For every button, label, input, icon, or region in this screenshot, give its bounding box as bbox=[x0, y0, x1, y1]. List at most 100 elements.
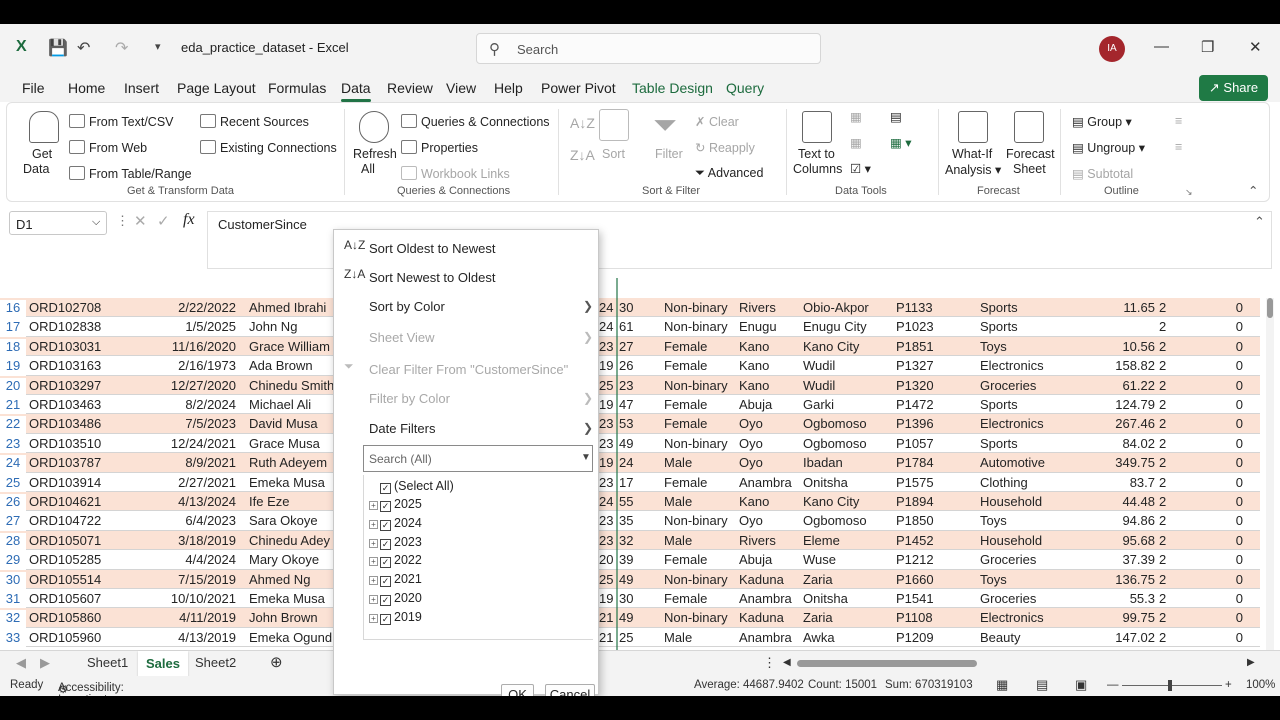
filter-by-color[interactable]: Filter by Color bbox=[369, 391, 450, 406]
cell-price[interactable]: 55.3 bbox=[1100, 591, 1155, 606]
cell-region[interactable]: Abuja bbox=[739, 552, 801, 567]
cell-cat[interactable]: Household bbox=[980, 494, 1100, 509]
cell-disc[interactable]: 0 bbox=[1200, 397, 1243, 412]
customize-toolbar-icon[interactable]: ▾ bbox=[155, 40, 161, 53]
zoom-slider-thumb[interactable] bbox=[1168, 680, 1172, 691]
from-table-button[interactable]: From Table/Range bbox=[69, 166, 192, 181]
cell-city[interactable]: Ibadan bbox=[803, 455, 893, 470]
cell-age[interactable]: 39 bbox=[619, 552, 659, 567]
cell-age[interactable]: 25 bbox=[619, 630, 659, 645]
tab-table-design[interactable]: Table Design bbox=[632, 80, 713, 96]
expand-icon[interactable]: + bbox=[369, 595, 378, 604]
cell-region[interactable]: Enugu bbox=[739, 319, 801, 334]
cell-name[interactable]: Ife Eze bbox=[249, 494, 333, 509]
cell-disc[interactable]: 0 bbox=[1200, 552, 1243, 567]
expand-icon[interactable]: + bbox=[369, 538, 378, 548]
insert-function-icon[interactable]: fx bbox=[183, 211, 195, 229]
cell-d[interactable]: 20 bbox=[599, 552, 615, 567]
row-number[interactable]: 26 bbox=[0, 494, 26, 512]
cell-age[interactable]: 24 bbox=[619, 455, 659, 470]
outline-launcher-icon[interactable]: ↘ bbox=[1185, 187, 1193, 198]
minimize-icon[interactable]: — bbox=[1154, 38, 1169, 55]
cell-city[interactable]: Ogbomoso bbox=[803, 436, 893, 451]
save-icon[interactable]: 💾 bbox=[48, 38, 68, 58]
workbook-links-button[interactable]: Workbook Links bbox=[401, 166, 510, 181]
filter-search-input[interactable]: Search (All) ▼ bbox=[363, 445, 593, 472]
cell-pid[interactable]: P1850 bbox=[896, 513, 976, 528]
expand-icon[interactable]: + bbox=[369, 519, 378, 529]
cell-city[interactable]: Wudil bbox=[803, 378, 893, 393]
cell-price[interactable]: 136.75 bbox=[1100, 572, 1155, 587]
cell-date[interactable]: 4/11/2019 bbox=[106, 610, 236, 625]
avatar[interactable]: IA bbox=[1099, 36, 1125, 62]
row-number[interactable]: 31 bbox=[0, 591, 26, 609]
row-number[interactable]: 17 bbox=[0, 319, 26, 338]
cell-region[interactable]: Rivers bbox=[739, 300, 801, 315]
cell-pid[interactable]: P1472 bbox=[896, 397, 976, 412]
cell-date[interactable]: 1/5/2025 bbox=[106, 319, 236, 334]
cell-cat[interactable]: Toys bbox=[980, 513, 1100, 528]
cell-disc[interactable]: 0 bbox=[1200, 610, 1243, 625]
filter-item-2020[interactable]: + ✓ 2020 bbox=[369, 591, 422, 606]
collapse-ribbon-icon[interactable]: ⌃ bbox=[1248, 183, 1258, 198]
cell-age[interactable]: 27 bbox=[619, 339, 659, 354]
name-box-dropdown-icon[interactable]: ⌵ bbox=[92, 216, 100, 229]
cell-d[interactable]: 19 bbox=[599, 397, 615, 412]
cell-date[interactable]: 7/15/2019 bbox=[106, 572, 236, 587]
cell-d[interactable]: 21 bbox=[599, 630, 615, 645]
sort-newest-oldest[interactable]: Sort Newest to Oldest bbox=[369, 270, 495, 285]
page-layout-view-icon[interactable]: ▤ bbox=[1036, 677, 1048, 693]
cell-region[interactable]: Anambra bbox=[739, 475, 801, 490]
horizontal-scroll-thumb[interactable] bbox=[797, 660, 977, 667]
cell-d[interactable]: 24 bbox=[599, 300, 615, 315]
cell-price[interactable]: 349.75 bbox=[1100, 455, 1155, 470]
filter-item-2023[interactable]: + ✓ 2023 bbox=[369, 535, 422, 550]
cell-pid[interactable]: P1784 bbox=[896, 455, 976, 470]
cell-price[interactable]: 99.75 bbox=[1100, 610, 1155, 625]
data-validation-icon[interactable]: ☑ ▾ bbox=[850, 161, 871, 176]
cell-qty[interactable]: 2 bbox=[1159, 358, 1199, 373]
cell-cat[interactable]: Sports bbox=[980, 319, 1100, 334]
cell-pid[interactable]: P1212 bbox=[896, 552, 976, 567]
cell-name[interactable]: Emeka Musa bbox=[249, 475, 333, 490]
row-number[interactable]: 29 bbox=[0, 552, 26, 571]
cell-gender[interactable]: Female bbox=[664, 358, 736, 373]
checkbox-checked-icon[interactable]: ✓ bbox=[380, 557, 391, 569]
tab-insert[interactable]: Insert bbox=[124, 80, 159, 96]
cell-region[interactable]: Rivers bbox=[739, 533, 801, 548]
forecast-sheet-button[interactable]: Forecast bbox=[1006, 147, 1055, 161]
share-button[interactable]: ↗ Share bbox=[1199, 75, 1268, 101]
refresh-all-button[interactable]: Refresh bbox=[353, 147, 397, 161]
cell-qty[interactable]: 2 bbox=[1159, 552, 1199, 567]
cancel-button[interactable]: Cancel bbox=[545, 684, 595, 696]
cell-disc[interactable]: 0 bbox=[1200, 630, 1243, 645]
what-if-button-2[interactable]: Analysis ▾ bbox=[945, 162, 1001, 177]
cell-pid[interactable]: P1851 bbox=[896, 339, 976, 354]
cell-city[interactable]: Garki bbox=[803, 397, 893, 412]
cell-cat[interactable]: Toys bbox=[980, 572, 1100, 587]
from-text-csv-button[interactable]: From Text/CSV bbox=[69, 114, 174, 129]
cell-gender[interactable]: Non-binary bbox=[664, 610, 736, 625]
search-box[interactable]: ⚲ Search bbox=[476, 33, 821, 64]
cell-d[interactable]: 19 bbox=[599, 591, 615, 606]
cell-price[interactable]: 10.56 bbox=[1100, 339, 1155, 354]
cell-date[interactable]: 4/13/2019 bbox=[106, 630, 236, 645]
cell-d[interactable]: 23 bbox=[599, 533, 615, 548]
checkbox-checked-icon[interactable]: ✓ bbox=[380, 519, 391, 531]
cell-name[interactable]: Ada Brown bbox=[249, 358, 333, 373]
cell-price[interactable]: 124.79 bbox=[1100, 397, 1155, 412]
cell-name[interactable]: Grace William bbox=[249, 339, 333, 354]
cell-qty[interactable]: 2 bbox=[1159, 300, 1199, 315]
hide-detail-icon[interactable]: ≡ bbox=[1175, 140, 1182, 154]
checkbox-checked-icon[interactable]: ✓ bbox=[380, 538, 391, 550]
row-number[interactable]: 19 bbox=[0, 358, 26, 377]
tab-view[interactable]: View bbox=[446, 80, 476, 96]
cell-qty[interactable]: 2 bbox=[1159, 436, 1199, 451]
row-number[interactable]: 20 bbox=[0, 377, 26, 396]
tab-sheet2[interactable]: Sheet2 bbox=[195, 655, 236, 670]
cell-price[interactable]: 147.02 bbox=[1100, 630, 1155, 645]
cell-d[interactable]: 24 bbox=[599, 319, 615, 334]
cell-age[interactable]: 49 bbox=[619, 436, 659, 451]
row-number[interactable]: 25 bbox=[0, 474, 26, 493]
cell-qty[interactable]: 2 bbox=[1159, 455, 1199, 470]
